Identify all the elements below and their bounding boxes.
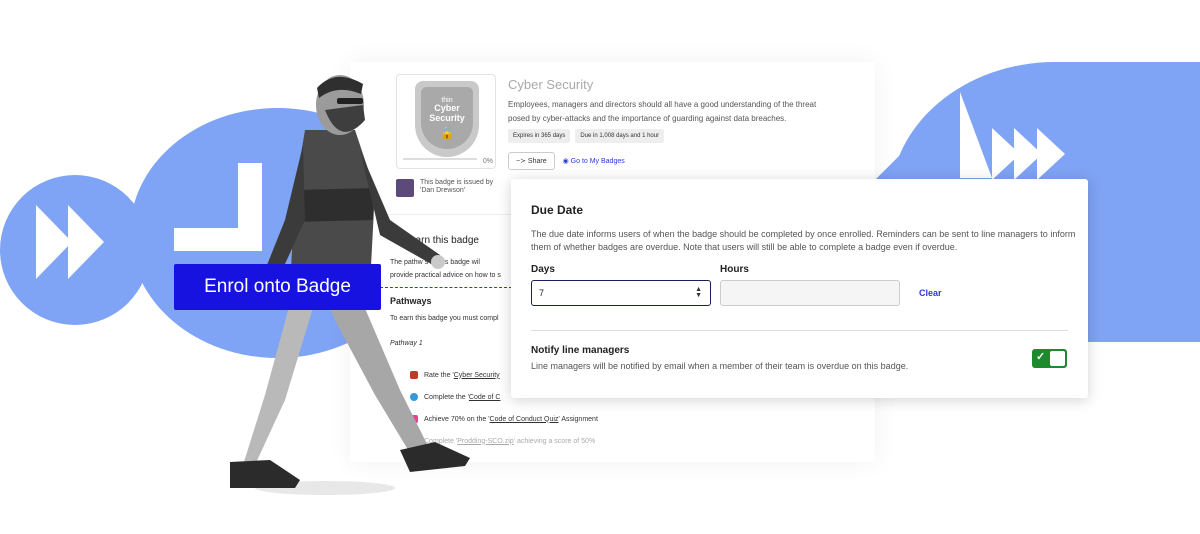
check-icon: ✓ bbox=[1036, 351, 1046, 363]
decor-triangle bbox=[875, 95, 960, 180]
item-suffix: ' Assignment bbox=[558, 415, 598, 423]
badge-icon: ◉ bbox=[562, 158, 569, 165]
badge-chips: Expires in 365 days Due in 1,008 days an… bbox=[508, 129, 665, 143]
modal-description: The due date informs users of when the b… bbox=[531, 229, 1076, 252]
days-label: Days bbox=[531, 264, 555, 275]
notify-title: Notify line managers bbox=[531, 345, 630, 356]
hours-input[interactable] bbox=[720, 280, 900, 306]
divider bbox=[531, 330, 1068, 331]
due-chip: Due in 1,008 days and 1 hour bbox=[575, 129, 665, 143]
play-icon bbox=[36, 205, 72, 279]
play-icon bbox=[1037, 128, 1065, 180]
due-date-modal: Due Date The due date informs users of w… bbox=[511, 179, 1088, 398]
item-suffix: ' achieving a score of 50% bbox=[513, 437, 596, 445]
play-icon bbox=[68, 205, 104, 279]
toggle-knob bbox=[1050, 351, 1065, 366]
share-icon: −≻ bbox=[516, 158, 526, 165]
share-label: Share bbox=[527, 158, 547, 165]
my-badges-label: Go to My Badges bbox=[570, 158, 625, 165]
badge-description: Employees, managers and directors should… bbox=[508, 100, 817, 123]
page-title: Cyber Security bbox=[508, 77, 594, 92]
expiry-chip: Expires in 365 days bbox=[508, 129, 571, 143]
enrol-onto-badge-button[interactable]: Enrol onto Badge bbox=[174, 264, 381, 310]
modal-title: Due Date bbox=[531, 203, 584, 217]
spinner-icon[interactable]: ▲ ▼ bbox=[695, 286, 702, 299]
days-input[interactable]: 7 ▲ ▼ bbox=[531, 280, 711, 306]
hours-label: Hours bbox=[720, 264, 749, 275]
notify-toggle[interactable]: ✓ bbox=[1032, 349, 1067, 368]
clear-button[interactable]: Clear bbox=[919, 288, 942, 298]
decor-triangle-white bbox=[960, 92, 992, 178]
share-row: −≻ Share ◉ Go to My Badges bbox=[508, 152, 625, 170]
item-link[interactable]: Code of Conduct Quiz bbox=[490, 416, 559, 423]
badge-progress-label: 0% bbox=[482, 158, 493, 165]
notify-description: Line managers will be notified by email … bbox=[531, 361, 909, 371]
share-button[interactable]: −≻ Share bbox=[508, 152, 555, 170]
days-value: 7 bbox=[539, 288, 545, 298]
go-to-my-badges-link[interactable]: ◉ Go to My Badges bbox=[563, 157, 625, 165]
